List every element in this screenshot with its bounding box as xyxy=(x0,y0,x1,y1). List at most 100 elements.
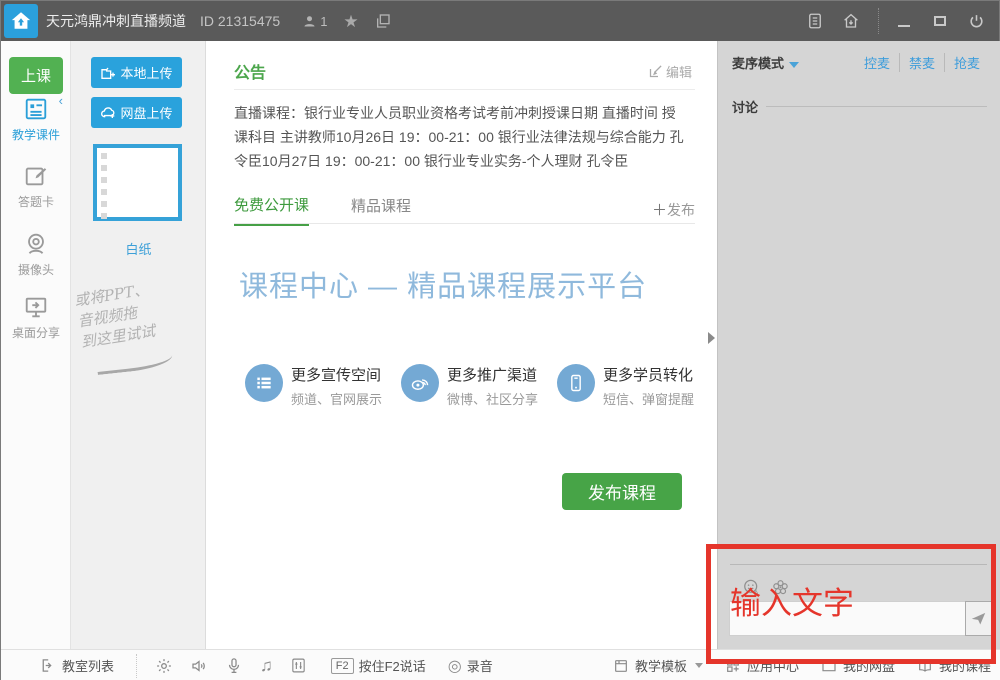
thumbnail-binding-dashes xyxy=(101,153,107,219)
phone-icon xyxy=(557,364,595,402)
my-courses-button[interactable]: 我的课程 xyxy=(917,656,991,675)
sidebar-item-label: 教学课件 xyxy=(1,126,71,143)
panel-expand-arrow-icon[interactable] xyxy=(708,332,715,344)
record-icon: ◎ xyxy=(448,656,462,676)
bottom-toolbar: 教室列表 ♫ F2 按住F2说话 ◎ 录音 xyxy=(1,649,1000,680)
tab-premium-course[interactable]: 精品课程 xyxy=(351,195,411,224)
book-icon xyxy=(917,658,933,674)
power-close-button[interactable] xyxy=(963,8,989,34)
cloud-plus-icon xyxy=(100,105,116,121)
sidebar-item-label: 摄像头 xyxy=(1,261,71,278)
courseware-icon xyxy=(1,96,71,122)
f2-key-badge: F2 xyxy=(331,658,354,674)
sidebar-item-screen-share[interactable]: 桌面分享 xyxy=(1,294,71,341)
course-center-heading: 课程中心 — 精品课程展示平台 xyxy=(239,263,647,305)
screen-share-icon xyxy=(1,294,71,320)
sidebar-item-camera[interactable]: 摄像头 xyxy=(1,231,71,278)
folder-plus-icon xyxy=(100,65,116,81)
mute-mic-link[interactable]: 禁麦 xyxy=(899,53,944,72)
feature-title: 更多学员转化 xyxy=(603,364,694,385)
notice-list-icon[interactable] xyxy=(802,8,828,34)
classroom-list-button[interactable]: 教室列表 xyxy=(62,656,114,675)
paper-plane-icon xyxy=(970,610,987,627)
hint-underline xyxy=(97,355,174,375)
app-center-button[interactable]: 应用中心 xyxy=(725,656,799,675)
divider xyxy=(234,223,695,224)
viewer-count: 1 xyxy=(302,14,327,29)
feature-subtitle: 频道、官网展示 xyxy=(291,389,382,408)
feature-subtitle: 微博、社区分享 xyxy=(447,389,538,408)
mixer-sliders-icon[interactable] xyxy=(290,657,307,674)
divider xyxy=(730,564,987,565)
publish-link[interactable]: ＋发布 xyxy=(652,199,695,220)
divider xyxy=(766,106,987,107)
maximize-button[interactable] xyxy=(927,8,953,34)
announcement-body: 直播课程：银行业专业人员职业资格考试考前冲刺授课日期 直播时间 授课科目 主讲教… xyxy=(234,101,689,173)
app-logo-icon xyxy=(4,4,38,38)
edit-pencil-icon xyxy=(648,64,663,79)
push-to-talk[interactable]: F2 按住F2说话 xyxy=(331,656,426,675)
sidebar-item-answer-card[interactable]: 答题卡 xyxy=(1,163,71,210)
whiteboard-thumbnail[interactable] xyxy=(93,144,182,221)
push-to-talk-label: 按住F2说话 xyxy=(359,656,426,675)
settings-gear-icon[interactable] xyxy=(155,657,173,675)
webcam-icon xyxy=(1,231,71,257)
app-window: 天元鸿鼎冲刺直播频道 ID 21315475 1 ★ 上课 ‹ xyxy=(0,0,1000,680)
classroom-list-icon[interactable] xyxy=(39,657,56,674)
cloud-upload-button[interactable]: 网盘上传 xyxy=(91,97,182,128)
feature-title: 更多宣传空间 xyxy=(291,364,382,385)
sidebar-item-courseware[interactable]: 教学课件 xyxy=(1,96,71,143)
left-toolbar: 上课 ‹ 教学课件 答题卡 摄像头 桌面分享 xyxy=(1,41,71,649)
feature-subtitle: 短信、弹窗提醒 xyxy=(603,389,694,408)
room-id: ID 21315475 xyxy=(200,13,280,29)
sidebar-item-label: 答题卡 xyxy=(1,193,71,210)
flower-sticker-icon[interactable] xyxy=(771,578,790,597)
sidebar-item-label: 桌面分享 xyxy=(1,324,71,341)
popup-window-icon[interactable] xyxy=(375,13,391,29)
courseware-panel: 本地上传 网盘上传 白纸 或将PPT、 音视频拖 到这里试试 xyxy=(71,41,206,649)
start-class-button[interactable]: 上课 xyxy=(9,57,63,94)
titlebar-divider xyxy=(878,8,879,34)
feature-title: 更多推广渠道 xyxy=(447,364,538,385)
discussion-title: 讨论 xyxy=(732,97,758,116)
edit-announcement-button[interactable]: 编辑 xyxy=(648,62,692,81)
titlebar: 天元鸿鼎冲刺直播频道 ID 21315475 1 ★ xyxy=(1,1,999,41)
chat-message-input[interactable] xyxy=(729,601,965,636)
tab-free-open-course[interactable]: 免费公开课 xyxy=(234,194,309,226)
discussion-panel: 麦序模式 控麦 禁麦 抢麦 讨论 A xyxy=(717,41,1000,649)
microphone-icon[interactable] xyxy=(225,657,243,675)
person-icon xyxy=(302,14,317,29)
publish-course-button[interactable]: 发布课程 xyxy=(562,473,682,510)
window-title: 天元鸿鼎冲刺直播频道 xyxy=(46,11,186,31)
whiteboard-label: 白纸 xyxy=(71,239,206,258)
chevron-down-icon xyxy=(695,663,703,668)
weibo-icon xyxy=(401,364,439,402)
answer-card-icon xyxy=(1,163,71,189)
feature-promo-space: 更多宣传空间 频道、官网展示 xyxy=(245,364,401,408)
record-label: 录音 xyxy=(467,656,493,675)
teaching-template-button[interactable]: 教学模板 xyxy=(613,656,703,675)
chevron-down-icon xyxy=(789,62,799,68)
feature-promotion-channel: 更多推广渠道 微博、社区分享 xyxy=(401,364,557,408)
home-icon[interactable] xyxy=(838,8,864,34)
speaker-icon[interactable] xyxy=(190,657,208,675)
record-button[interactable]: ◎ 录音 xyxy=(448,656,493,676)
app-grid-icon xyxy=(725,658,741,674)
grab-mic-link[interactable]: 抢麦 xyxy=(944,53,989,72)
plus-icon: ＋ xyxy=(652,202,667,219)
emoticon-icon[interactable]: A xyxy=(742,578,761,597)
announcement-title: 公告 xyxy=(234,59,266,83)
template-window-icon xyxy=(613,658,629,674)
feature-student-conversion: 更多学员转化 短信、弹窗提醒 xyxy=(557,364,713,408)
mic-mode-dropdown[interactable]: 麦序模式 xyxy=(732,53,799,72)
minimize-button[interactable] xyxy=(891,8,917,34)
music-note-icon[interactable]: ♫ xyxy=(260,657,273,674)
main-content: 公告 编辑 直播课程：银行业专业人员职业资格考试考前冲刺授课日期 直播时间 授课… xyxy=(207,41,717,649)
feature-list: 更多宣传空间 频道、官网展示 更多推广渠道 微博、社区分享 更多学员转化 xyxy=(245,364,713,408)
control-mic-link[interactable]: 控麦 xyxy=(855,53,899,72)
favorite-star-icon[interactable]: ★ xyxy=(343,13,358,30)
my-cloud-disk-button[interactable]: 我的网盘 xyxy=(821,656,895,675)
local-upload-button[interactable]: 本地上传 xyxy=(91,57,182,88)
send-message-button[interactable] xyxy=(965,601,992,636)
svg-text:A: A xyxy=(754,589,759,597)
